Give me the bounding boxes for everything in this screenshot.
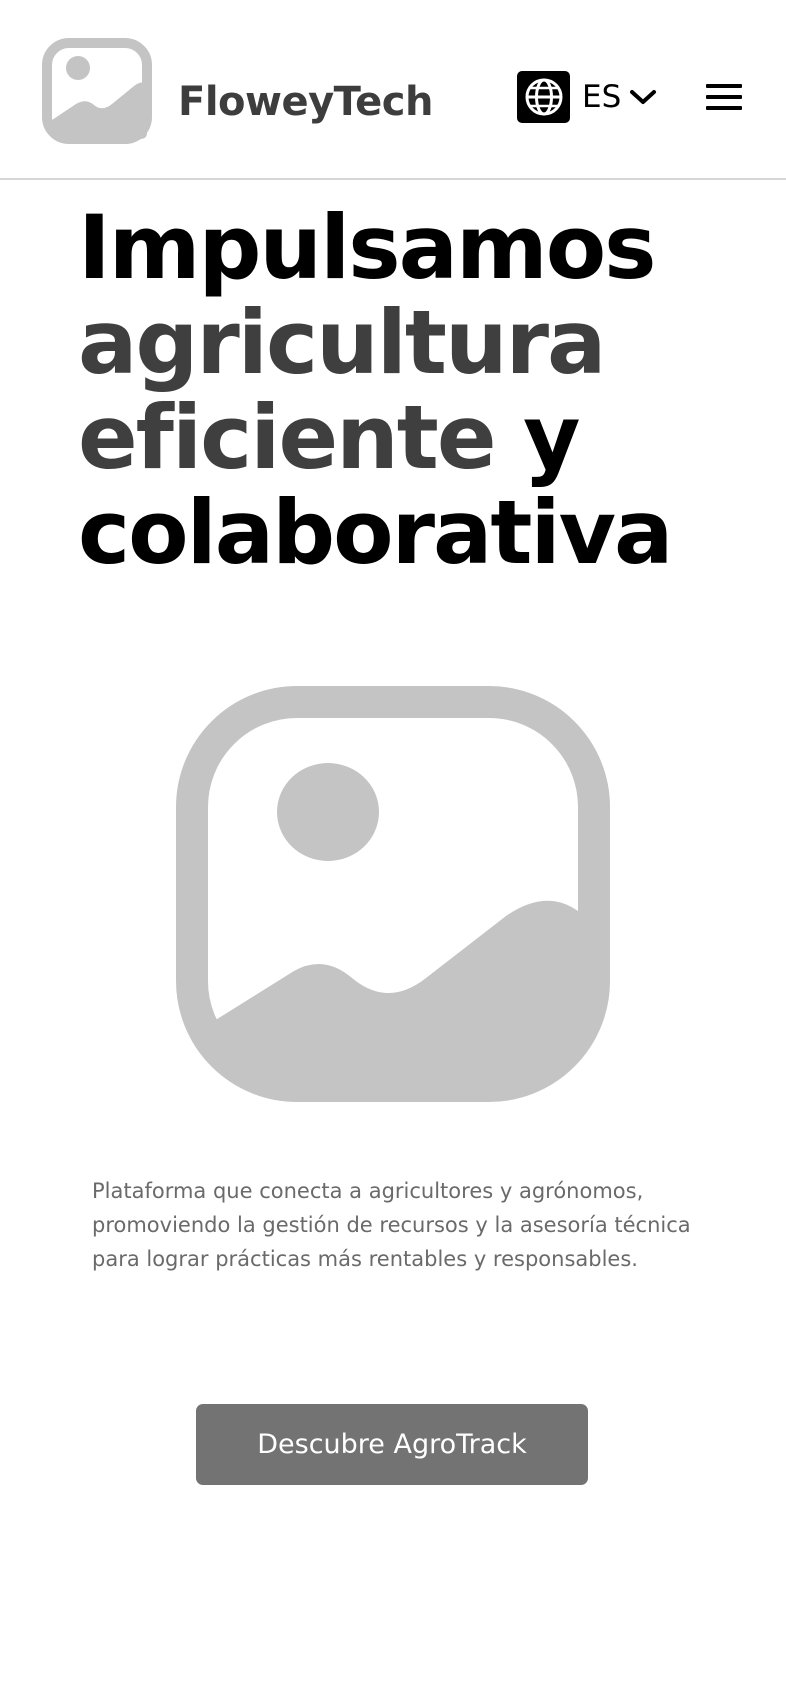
hero-description: Plataforma que conecta a agricultores y … [92, 1179, 691, 1271]
discover-agrotrack-button[interactable]: Descubre AgroTrack [196, 1404, 588, 1485]
hero-title-line-4: colaborativa [78, 481, 673, 584]
hero-image-placeholder-icon [176, 686, 610, 1102]
brand-name[interactable]: FloweyTech [178, 76, 433, 128]
hero-title-line-2: agricultura [78, 291, 606, 394]
hero-title-line-1: Impulsamos [78, 196, 657, 299]
logo-image-placeholder-icon[interactable] [42, 38, 152, 144]
hero-title-connector: y [494, 386, 580, 489]
language-selector[interactable]: ES [517, 71, 657, 123]
chevron-down-icon [630, 90, 657, 104]
hamburger-menu-icon[interactable] [700, 78, 748, 118]
hero-title-line-3: eficiente y [78, 390, 778, 485]
hero-title-highlight: eficiente [78, 386, 497, 489]
site-header: FloweyTech ES [0, 0, 786, 180]
globe-icon [517, 71, 570, 123]
hero-title: Impulsamos agricultura eficiente y colab… [78, 200, 778, 580]
language-code: ES [582, 79, 622, 115]
